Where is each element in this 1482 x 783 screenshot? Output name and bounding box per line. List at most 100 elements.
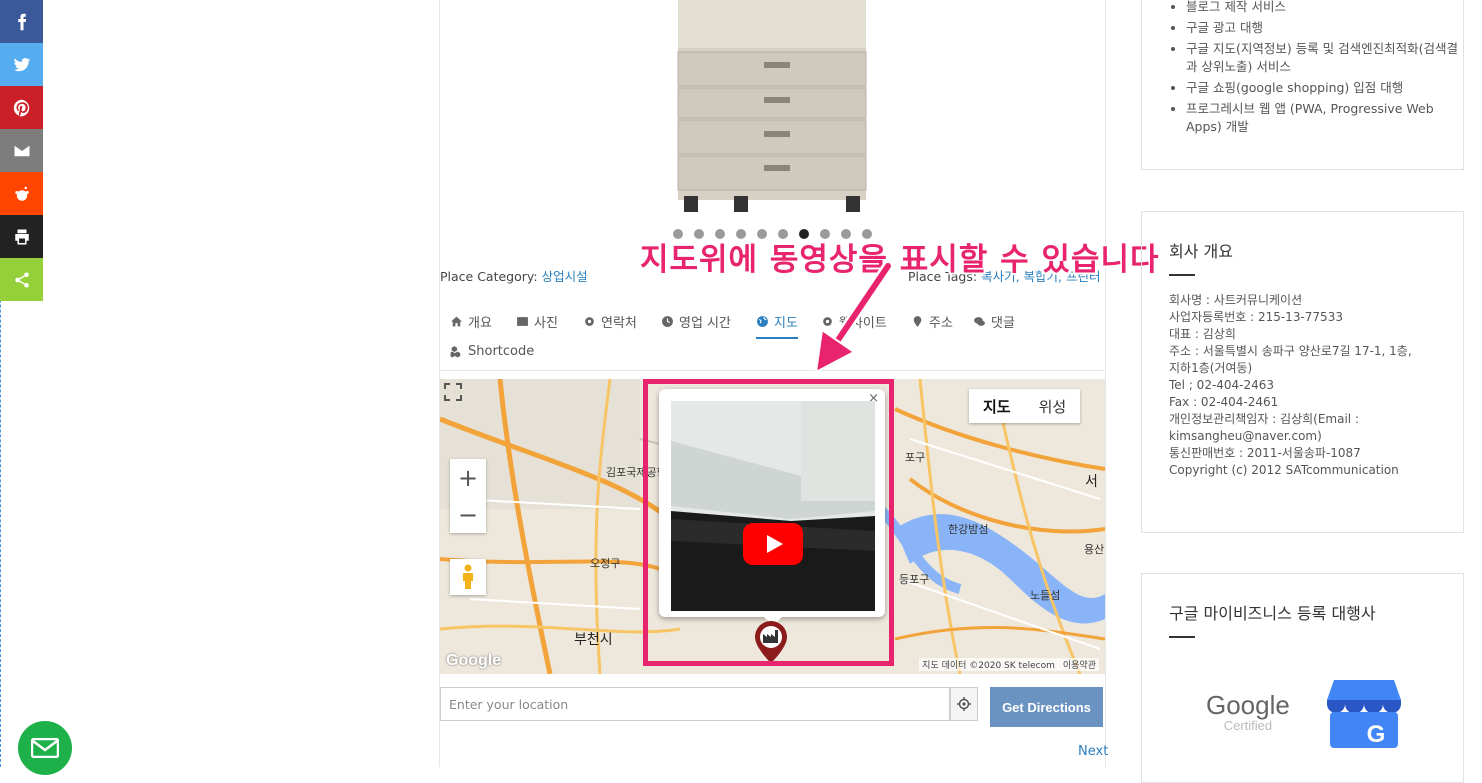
facebook-share-button[interactable] (0, 0, 43, 43)
map-attribution: 지도 데이터 ©2020 SK telecom 이용약관 (919, 658, 1099, 671)
tab-shortcode[interactable]: Shortcode (450, 344, 534, 359)
info-line: 주소 : 서울특별시 송파구 양산로7길 17-1, 1층, (1169, 344, 1412, 358)
tab-label: 개요 (468, 316, 492, 331)
street-view-pegman[interactable] (450, 559, 486, 595)
place-category-label: Place Category: (440, 269, 538, 284)
tab-map[interactable]: 지도 (756, 312, 798, 339)
map-type-control: 지도 위성 (969, 389, 1081, 423)
map-place-label: 용산 (1084, 543, 1105, 556)
next-link[interactable]: Next (1078, 744, 1108, 759)
tab-label: 영업 시간 (679, 316, 731, 331)
tab-label: 연락처 (601, 316, 637, 331)
map-place-label: 한강밤섬 (948, 523, 989, 536)
google-certified-badge: Google Certified (1206, 690, 1290, 733)
envelope-icon (31, 738, 59, 758)
title-underline (1169, 274, 1195, 276)
map-place-label: 등포구 (899, 573, 930, 586)
copier-product-image (677, 0, 867, 212)
location-input[interactable]: Enter your location (440, 687, 950, 721)
list-item[interactable]: 블로그 제작 서비스 (1186, 0, 1463, 16)
tab-hours[interactable]: 영업 시간 (661, 312, 731, 331)
title-underline (1169, 636, 1195, 638)
google-map-logo: Google (446, 652, 502, 669)
fullscreen-icon[interactable] (444, 383, 462, 401)
company-info-lines: 회사명 : 사트커뮤니케이션 사업자등록번호 : 215-13-77533 대표… (1169, 292, 1463, 479)
image-icon (517, 317, 528, 326)
info-line: 통신판매번호 : 2011-서울송파-1087 (1169, 446, 1361, 460)
get-directions-button[interactable]: Get Directions (990, 687, 1103, 727)
crosshair-icon (957, 697, 971, 711)
list-item[interactable]: 구글 광고 대행 (1186, 19, 1463, 37)
google-map[interactable]: 김포국제공항 오정구 부천시 한강밤섬 노들섬 용산 등포구 포구 서 지도 위… (440, 379, 1105, 674)
zoom-out-button[interactable]: − (450, 496, 486, 533)
mybusiness-widget: 구글 마이비즈니스 등록 대행사 Google Certified G (1141, 573, 1464, 783)
widget-title: 회사 개요 (1169, 242, 1233, 261)
globe-icon (757, 316, 768, 327)
tab-comments[interactable]: 댓글 (973, 312, 1015, 331)
zoom-in-button[interactable]: + (450, 459, 486, 496)
widget-title: 구글 마이비즈니스 등록 대행사 (1169, 604, 1376, 623)
place-detail-column: Place Category: 상업시설 Place Tags: 복사기, 복합… (439, 0, 1108, 767)
tab-label: 댓글 (991, 316, 1015, 331)
services-widget: 블로그 제작 서비스 구글 광고 대행 구글 지도(지역정보) 등록 및 검색엔… (1141, 0, 1464, 170)
info-line: 대표 : 김상희 (1169, 327, 1236, 341)
gmb-letter: G (1367, 721, 1386, 748)
info-line: Tel ; 02-404-2463 (1169, 378, 1275, 392)
info-line: 지하1층(거여동) (1169, 361, 1253, 375)
facebook-icon (17, 13, 26, 30)
twitter-share-button[interactable] (0, 43, 43, 86)
map-terms-link[interactable]: 이용약관 (1063, 658, 1096, 671)
info-line: Copyright (c) 2012 SATcommunication (1169, 463, 1399, 477)
envelope-icon (14, 145, 29, 156)
printer-icon (14, 229, 29, 244)
geolocate-button[interactable] (950, 687, 978, 721)
place-category: Place Category: 상업시설 (440, 266, 588, 285)
comments-icon (974, 317, 985, 326)
gear-icon (585, 317, 594, 326)
tab-address[interactable]: 주소 (911, 312, 953, 331)
tab-label: Shortcode (468, 344, 535, 359)
cubes-icon (450, 346, 461, 358)
reddit-share-button[interactable] (0, 172, 43, 215)
pegman-icon (463, 564, 473, 589)
map-place-label: 오정구 (590, 557, 621, 570)
info-line: kimsangheu@naver.com) (1169, 429, 1322, 443)
info-line: 사업자등록번호 : 215-13-77533 (1169, 310, 1343, 324)
company-info-widget: 회사 개요 회사명 : 사트커뮤니케이션 사업자등록번호 : 215-13-77… (1141, 211, 1464, 533)
more-share-button[interactable] (0, 258, 43, 301)
services-list: 블로그 제작 서비스 구글 광고 대행 구글 지도(지역정보) 등록 및 검색엔… (1142, 0, 1463, 136)
email-share-button[interactable] (0, 129, 43, 172)
list-item[interactable]: 구글 지도(지역정보) 등록 및 검색엔진최적화(검색결과 상위노출) 서비스 (1186, 40, 1463, 76)
annotation-highlight-box (643, 379, 894, 666)
share-icon (14, 272, 29, 287)
map-type-satellite-button[interactable]: 위성 (1025, 389, 1081, 423)
tab-photos[interactable]: 사진 (516, 312, 558, 331)
tab-overview[interactable]: 개요 (450, 312, 492, 331)
pinterest-icon (13, 99, 29, 116)
map-type-roadmap-button[interactable]: 지도 (969, 389, 1025, 423)
map-place-label: 서 (1085, 474, 1098, 490)
list-item[interactable]: 프로그레시브 웹 앱 (PWA, Progressive Web Apps) 개… (1186, 100, 1463, 136)
map-pin-icon (913, 316, 922, 327)
print-button[interactable] (0, 215, 43, 258)
clock-icon (662, 316, 673, 327)
map-place-label: 노들섬 (1030, 589, 1061, 602)
map-data-attribution: 지도 데이터 ©2020 SK telecom (922, 661, 1055, 671)
annotation-arrow-icon (814, 262, 894, 374)
tabs-divider (440, 370, 1105, 371)
map-place-label: 포구 (905, 451, 926, 464)
annotation-caption: 지도위에 동영상을 표시할 수 있습니다 (640, 242, 1160, 278)
tab-contact[interactable]: 연락처 (583, 312, 637, 331)
tab-label: 주소 (929, 316, 953, 331)
map-place-label: 부천시 (574, 632, 613, 648)
zoom-control: + − (450, 459, 486, 533)
reddit-icon (14, 186, 29, 201)
social-share-bar (0, 0, 43, 301)
list-item[interactable]: 구글 쇼핑(google shopping) 입점 대행 (1186, 79, 1463, 97)
pinterest-share-button[interactable] (0, 86, 43, 129)
home-icon (451, 316, 462, 327)
info-line: 회사명 : 사트커뮤니케이션 (1169, 293, 1303, 307)
tab-label: 사진 (534, 316, 558, 331)
place-category-link[interactable]: 상업시설 (542, 269, 588, 284)
twitter-icon (13, 57, 30, 71)
